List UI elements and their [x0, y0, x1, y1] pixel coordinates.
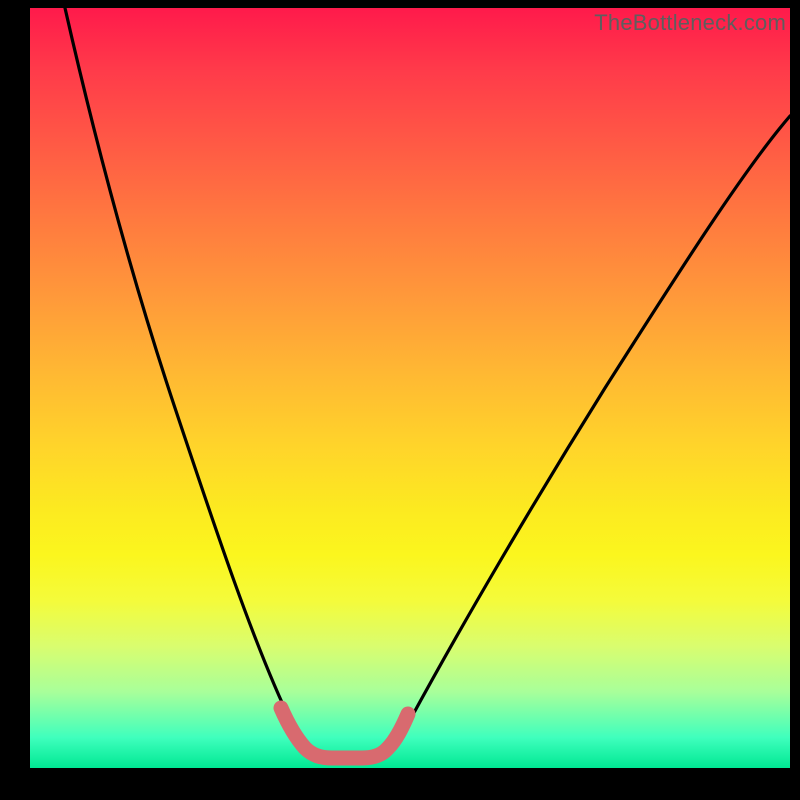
- watermark-text: TheBottleneck.com: [594, 10, 786, 36]
- bottleneck-curve-svg: [30, 8, 790, 768]
- bottom-marker-path: [281, 708, 408, 758]
- bottleneck-curve-path: [65, 8, 790, 756]
- chart-plot-area: [30, 8, 790, 768]
